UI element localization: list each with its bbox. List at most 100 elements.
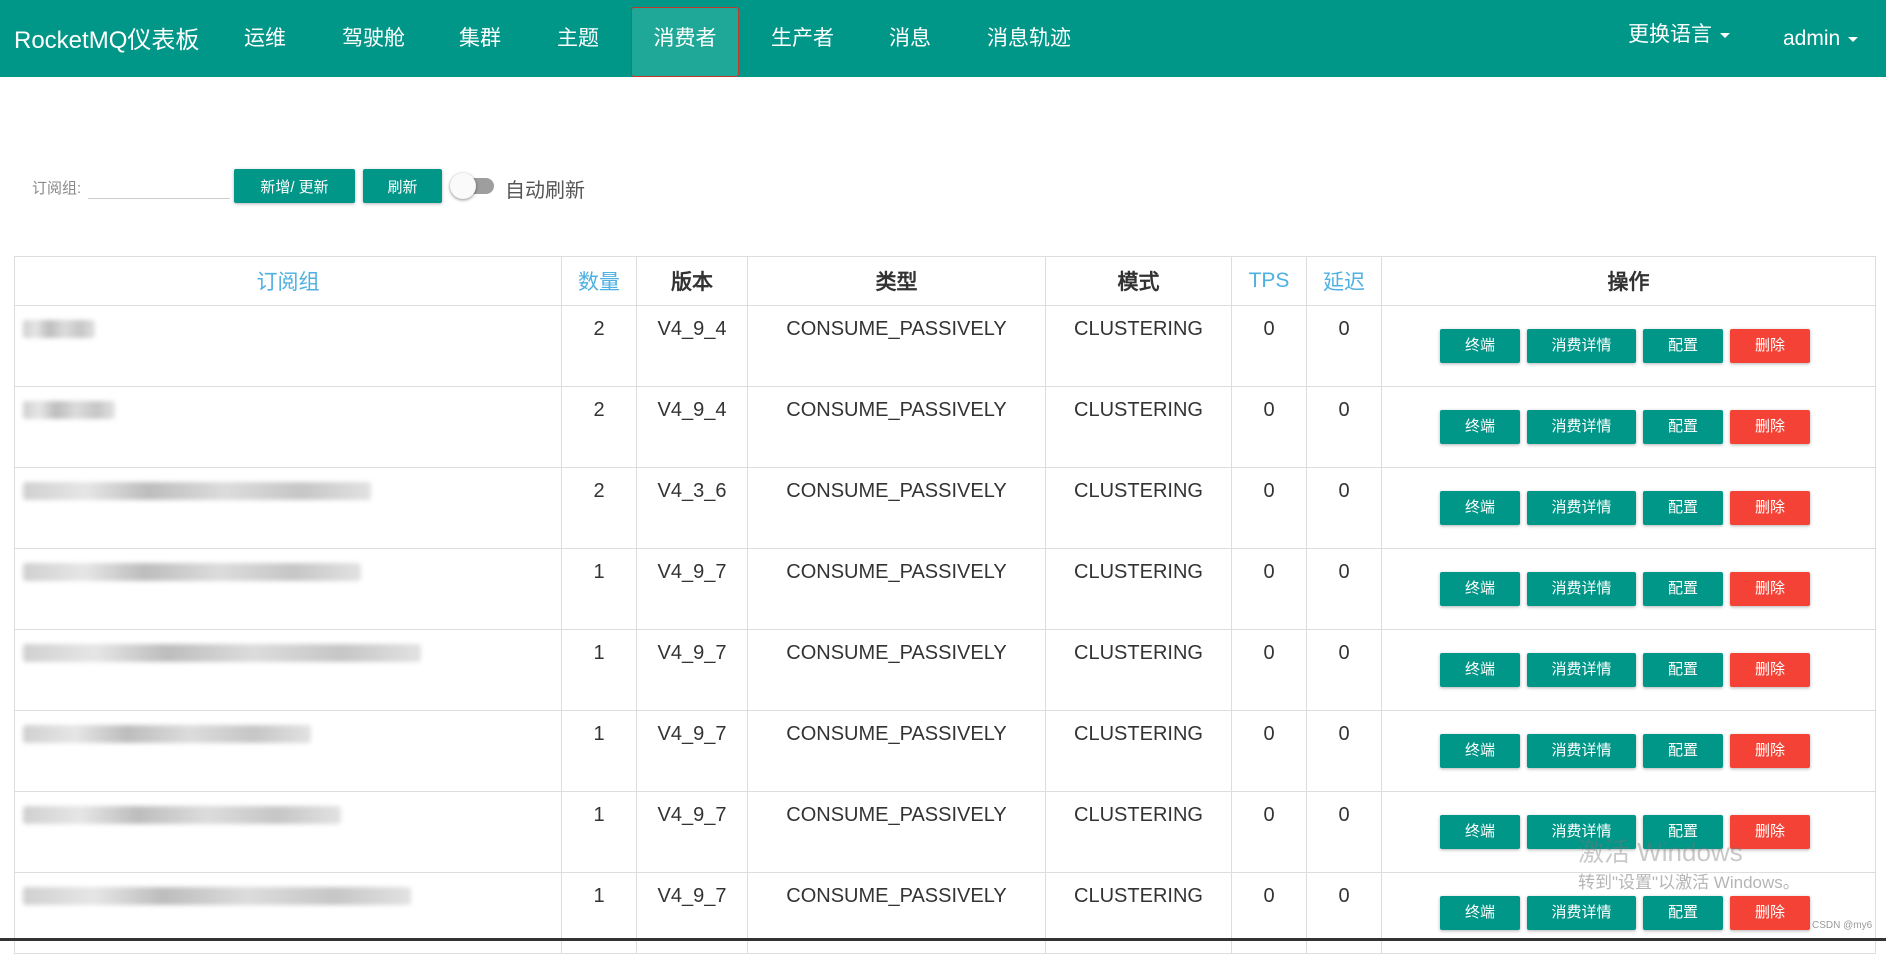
cell-tps: 0 — [1231, 386, 1307, 468]
consume-detail-button[interactable]: 消费详情 — [1527, 410, 1636, 444]
cell-type: CONSUME_PASSIVELY — [747, 548, 1046, 630]
config-button[interactable]: 配置 — [1643, 410, 1723, 444]
column-header-tps[interactable]: TPS — [1231, 256, 1307, 306]
client-button[interactable]: 终端 — [1440, 896, 1520, 930]
refresh-button[interactable]: 刷新 — [363, 169, 442, 203]
delete-button[interactable]: 删除 — [1730, 572, 1810, 606]
config-button[interactable]: 配置 — [1643, 734, 1723, 768]
nav-item-message-trace[interactable]: 消息轨迹 — [987, 0, 1071, 77]
delete-button[interactable]: 删除 — [1730, 491, 1810, 525]
consume-detail-button[interactable]: 消费详情 — [1527, 653, 1636, 687]
cell-actions: 终端 消费详情 配置 删除 — [1381, 467, 1876, 549]
cell-group — [14, 386, 562, 468]
nav-item-ops[interactable]: 运维 — [244, 0, 286, 77]
cell-count: 1 — [561, 791, 637, 873]
column-header-version: 版本 — [636, 256, 748, 306]
cell-mode: CLUSTERING — [1045, 305, 1232, 387]
consume-detail-button[interactable]: 消费详情 — [1527, 896, 1636, 930]
cell-delay: 0 — [1306, 548, 1382, 630]
cell-delay: 0 — [1306, 305, 1382, 387]
column-header-mode: 模式 — [1045, 256, 1232, 306]
cell-actions: 终端 消费详情 配置 删除 — [1381, 548, 1876, 630]
column-header-delay[interactable]: 延迟 — [1306, 256, 1382, 306]
delete-button[interactable]: 删除 — [1730, 734, 1810, 768]
client-button[interactable]: 终端 — [1440, 491, 1520, 525]
cell-actions: 终端 消费详情 配置 删除 — [1381, 386, 1876, 468]
column-header-count[interactable]: 数量 — [561, 256, 637, 306]
consume-detail-button[interactable]: 消费详情 — [1527, 734, 1636, 768]
cell-group — [14, 872, 562, 954]
redacted-group-name — [23, 563, 361, 581]
cell-version: V4_9_7 — [636, 710, 748, 792]
language-dropdown[interactable]: 更换语言 — [1628, 0, 1730, 73]
cell-count: 2 — [561, 305, 637, 387]
cell-version: V4_9_7 — [636, 791, 748, 873]
delete-button[interactable]: 删除 — [1730, 896, 1810, 930]
nav-item-cluster[interactable]: 集群 — [459, 0, 501, 77]
cell-type: CONSUME_PASSIVELY — [747, 629, 1046, 711]
redacted-group-name — [23, 806, 341, 824]
brand-title[interactable]: RocketMQ仪表板 — [14, 20, 199, 55]
cell-tps: 0 — [1231, 629, 1307, 711]
consume-detail-button[interactable]: 消费详情 — [1527, 572, 1636, 606]
cell-type: CONSUME_PASSIVELY — [747, 710, 1046, 792]
column-header-actions: 操作 — [1381, 256, 1876, 306]
client-button[interactable]: 终端 — [1440, 572, 1520, 606]
delete-button[interactable]: 删除 — [1730, 329, 1810, 363]
language-label: 更换语言 — [1628, 23, 1712, 46]
cell-group — [14, 791, 562, 873]
cell-count: 1 — [561, 710, 637, 792]
column-header-group[interactable]: 订阅组 — [14, 256, 562, 306]
cell-mode: CLUSTERING — [1045, 791, 1232, 873]
cell-mode: CLUSTERING — [1045, 467, 1232, 549]
redacted-group-name — [23, 725, 311, 743]
client-button[interactable]: 终端 — [1440, 329, 1520, 363]
cell-tps: 0 — [1231, 305, 1307, 387]
cell-version: V4_9_4 — [636, 305, 748, 387]
config-button[interactable]: 配置 — [1643, 491, 1723, 525]
cell-tps: 0 — [1231, 872, 1307, 954]
cell-delay: 0 — [1306, 791, 1382, 873]
filter-label: 订阅组: — [32, 180, 82, 197]
client-button[interactable]: 终端 — [1440, 653, 1520, 687]
auto-refresh-label: 自动刷新 — [505, 180, 585, 202]
cell-count: 2 — [561, 386, 637, 468]
delete-button[interactable]: 删除 — [1730, 410, 1810, 444]
table-row: 2 V4_9_4 CONSUME_PASSIVELY CLUSTERING 0 … — [14, 386, 1876, 468]
config-button[interactable]: 配置 — [1643, 653, 1723, 687]
client-button[interactable]: 终端 — [1440, 410, 1520, 444]
client-button[interactable]: 终端 — [1440, 815, 1520, 849]
cell-version: V4_9_7 — [636, 872, 748, 954]
cell-delay: 0 — [1306, 710, 1382, 792]
redacted-group-name — [23, 320, 95, 338]
cell-group — [14, 629, 562, 711]
config-button[interactable]: 配置 — [1643, 572, 1723, 606]
nav-item-topic[interactable]: 主题 — [557, 0, 599, 77]
cell-count: 1 — [561, 548, 637, 630]
nav-item-dashboard[interactable]: 驾驶舱 — [342, 0, 405, 77]
nav-item-producer[interactable]: 生产者 — [771, 0, 834, 77]
config-button[interactable]: 配置 — [1643, 896, 1723, 930]
cell-version: V4_9_7 — [636, 629, 748, 711]
nav-item-message[interactable]: 消息 — [889, 0, 931, 77]
cell-tps: 0 — [1231, 467, 1307, 549]
cell-delay: 0 — [1306, 467, 1382, 549]
nav-item-consumer[interactable]: 消费者 — [631, 7, 739, 77]
user-dropdown[interactable]: admin — [1783, 0, 1859, 77]
top-navbar: RocketMQ仪表板 运维 驾驶舱 集群 主题 消费者 生产者 消息 消息轨迹… — [0, 0, 1886, 77]
consume-detail-button[interactable]: 消费详情 — [1527, 491, 1636, 525]
subscription-group-search-input[interactable] — [88, 172, 230, 199]
cell-version: V4_9_4 — [636, 386, 748, 468]
config-button[interactable]: 配置 — [1643, 329, 1723, 363]
add-update-button[interactable]: 新增/ 更新 — [234, 169, 355, 203]
cell-version: V4_9_7 — [636, 548, 748, 630]
redacted-group-name — [23, 887, 411, 905]
cell-mode: CLUSTERING — [1045, 548, 1232, 630]
table-row: 1 V4_9_7 CONSUME_PASSIVELY CLUSTERING 0 … — [14, 710, 1876, 792]
client-button[interactable]: 终端 — [1440, 734, 1520, 768]
consume-detail-button[interactable]: 消费详情 — [1527, 329, 1636, 363]
table-row: 2 V4_3_6 CONSUME_PASSIVELY CLUSTERING 0 … — [14, 467, 1876, 549]
cell-group — [14, 305, 562, 387]
auto-refresh-toggle[interactable] — [450, 173, 494, 199]
delete-button[interactable]: 删除 — [1730, 653, 1810, 687]
